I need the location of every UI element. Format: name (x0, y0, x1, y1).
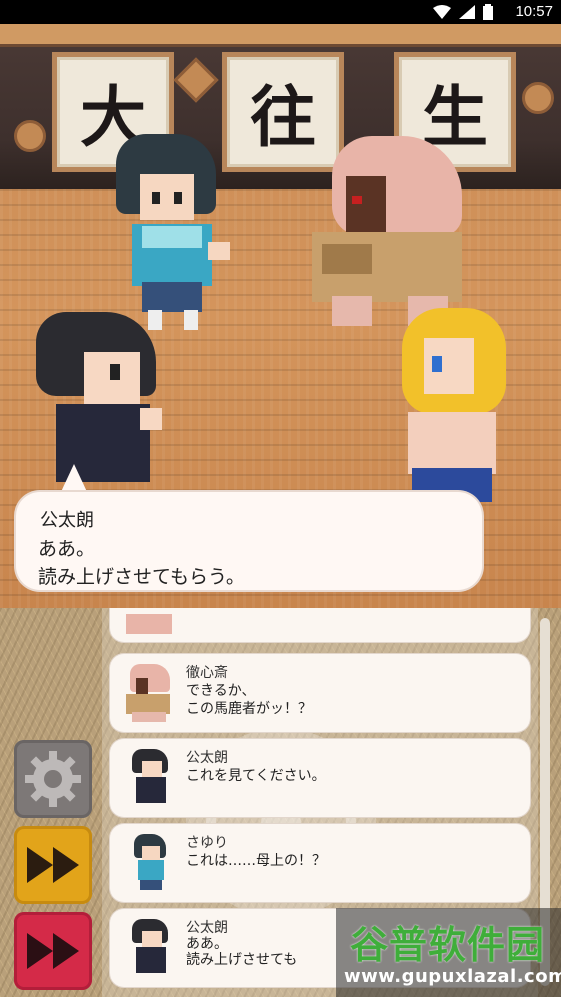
battery-icon (483, 4, 493, 20)
signal-icon (459, 5, 475, 19)
dialogue-line: ああ。 (38, 538, 96, 560)
log-line: できるか、 (186, 683, 256, 699)
dialogue-speaker: 公太朗 (40, 510, 94, 531)
sayuri-portrait (126, 834, 172, 892)
settings-button[interactable] (14, 740, 92, 818)
skip-button[interactable] (14, 912, 92, 990)
watermark: 谷普软件园 www.gupuxlazal.com (336, 908, 561, 997)
log-entry[interactable]: 徹心斎 できるか、 この馬鹿者がッ！？ (110, 654, 530, 732)
skip-icon (27, 933, 79, 969)
log-line: これは……母上の！？ (186, 853, 326, 869)
speech-bubble-tail (60, 464, 88, 494)
clock: 10:57 (515, 3, 553, 20)
log-entry[interactable]: さゆり これは……母上の！？ (110, 824, 530, 902)
log-speaker: さゆり (186, 835, 228, 851)
blonde-girl-sprite (396, 308, 516, 508)
wall-ornament (14, 120, 46, 152)
fast-forward-button[interactable] (14, 826, 92, 904)
kotaro-portrait (126, 919, 172, 977)
wall-beam (0, 24, 561, 47)
kotaro-portrait (126, 749, 172, 807)
log-speaker: 徹心斎 (186, 665, 228, 681)
log-speaker: 公太朗 (186, 750, 228, 766)
log-line: 読み上げさせても (186, 952, 298, 968)
wall-ornament (173, 57, 219, 103)
log-line: これを見てください。 (186, 768, 326, 784)
wifi-icon (433, 5, 451, 19)
watermark-title: 谷普软件园 (350, 923, 546, 967)
dialogue-line: 読み上げさせてもらう。 (38, 566, 245, 588)
fast-forward-icon (27, 847, 79, 883)
log-entry[interactable] (110, 608, 530, 642)
dialogue-box[interactable]: 公太朗 ああ。 読み上げさせてもらう。 (16, 492, 482, 590)
kotaro-sprite (36, 312, 166, 482)
log-line: この馬鹿者がッ！？ (186, 701, 312, 717)
tesshinsai-portrait (126, 664, 172, 722)
log-entry[interactable]: 公太朗 これを見てください。 (110, 739, 530, 817)
status-bar: 10:57 (0, 0, 561, 24)
watermark-url: www.gupuxlazal.com (344, 966, 561, 987)
gear-icon (25, 751, 81, 807)
wall-ornament (522, 82, 554, 114)
game-scene[interactable]: 大 往 生 公太朗 ああ。 読み上げさせてもらう。 (0, 24, 561, 608)
tesshinsai-sprite (312, 136, 482, 336)
tesshinsai-portrait (126, 614, 172, 634)
sayuri-sprite (112, 134, 232, 334)
